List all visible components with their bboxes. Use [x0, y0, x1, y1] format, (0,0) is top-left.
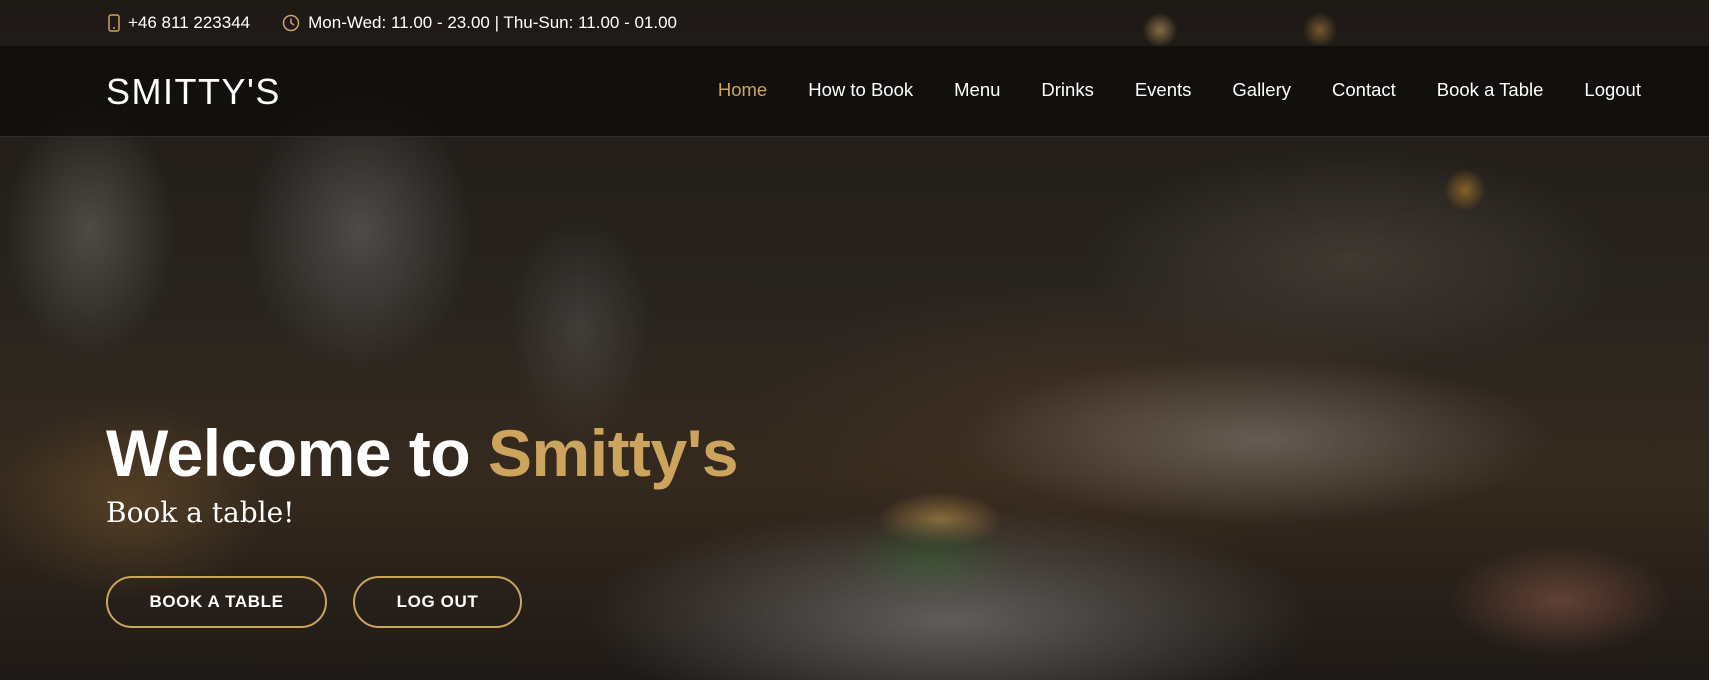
nav-item-contact[interactable]: Contact	[1332, 79, 1396, 101]
clock-icon	[282, 14, 300, 32]
main-navbar: SMITTY'S Home How to Book Menu Drinks Ev…	[0, 46, 1709, 137]
hours-info: Mon-Wed: 11.00 - 23.00 | Thu-Sun: 11.00 …	[282, 13, 677, 33]
hero-buttons: BOOK A TABLE LOG OUT	[106, 576, 522, 628]
nav-item-drinks[interactable]: Drinks	[1041, 79, 1093, 101]
top-info-bar: +46 811 223344 Mon-Wed: 11.00 - 23.00 | …	[0, 0, 1709, 46]
book-a-table-button[interactable]: BOOK A TABLE	[106, 576, 327, 628]
hero-title-accent: Smitty's	[488, 416, 739, 490]
nav-item-home[interactable]: Home	[718, 79, 767, 101]
phone-icon	[108, 14, 120, 32]
site-logo[interactable]: SMITTY'S	[106, 71, 281, 113]
phone-number: +46 811 223344	[128, 13, 251, 32]
nav-item-menu[interactable]: Menu	[954, 79, 1000, 101]
nav-item-events[interactable]: Events	[1135, 79, 1192, 101]
main-nav: Home How to Book Menu Drinks Events Gall…	[677, 79, 1641, 101]
nav-item-logout[interactable]: Logout	[1584, 79, 1641, 101]
hero-title: Welcome to Smitty's	[106, 420, 739, 486]
opening-hours: Mon-Wed: 11.00 - 23.00 | Thu-Sun: 11.00 …	[308, 13, 678, 32]
hero-title-prefix: Welcome to	[106, 416, 471, 490]
phone-info: +46 811 223344	[108, 13, 250, 33]
nav-item-book-a-table[interactable]: Book a Table	[1437, 79, 1544, 101]
hero-content: Welcome to Smitty's Book a table!	[106, 420, 739, 529]
log-out-button[interactable]: LOG OUT	[353, 576, 522, 628]
nav-item-how-to-book[interactable]: How to Book	[808, 79, 913, 101]
nav-item-gallery[interactable]: Gallery	[1232, 79, 1291, 101]
hero-subtitle: Book a table!	[106, 496, 295, 529]
